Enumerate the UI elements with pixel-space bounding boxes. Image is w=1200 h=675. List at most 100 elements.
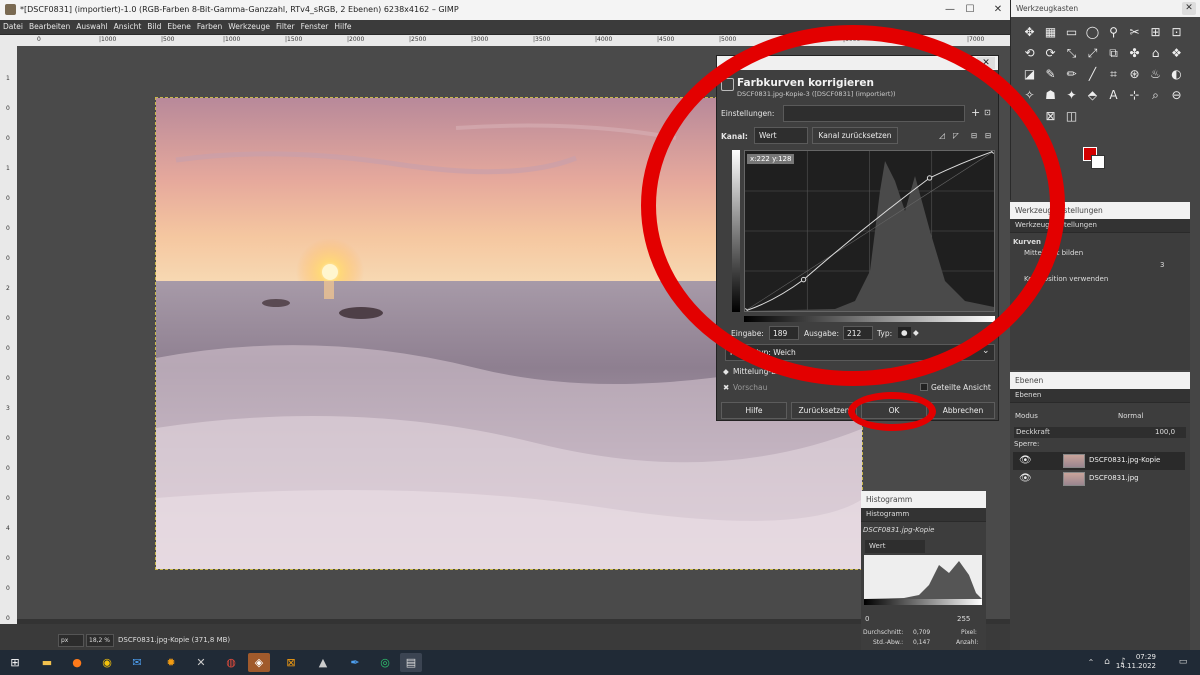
menu-farben[interactable]: Farben <box>194 20 225 31</box>
app-icon[interactable]: ⊠ <box>280 653 302 672</box>
ruler-tick-label: 0 <box>37 36 41 43</box>
clock-date: 14.11.2022 <box>1115 662 1156 670</box>
tool-button[interactable]: ▦ <box>1040 22 1061 43</box>
opacity-value[interactable]: 100,0 <box>1155 428 1175 436</box>
tool-button[interactable]: ⚲ <box>1103 22 1124 43</box>
visibility-eye-icon[interactable]: 👁 <box>1019 455 1032 466</box>
histogram-source: DSCF0831.jpg-Kopie <box>863 526 935 534</box>
pixels-label: Pixel: <box>961 629 977 636</box>
tab-layers[interactable]: Ebenen <box>1010 389 1190 403</box>
tool-button[interactable]: ◐ <box>1166 64 1187 85</box>
tool-button[interactable]: ❖ <box>1166 43 1187 64</box>
average-radius[interactable]: 3 <box>1160 261 1164 269</box>
menu-datei[interactable]: Datei <box>0 20 26 31</box>
menu-filter[interactable]: Filter <box>273 20 298 31</box>
mean-label: Durchschnitt: <box>863 629 904 636</box>
tool-button[interactable]: ⊹ <box>1124 85 1145 106</box>
histogram-max[interactable]: 255 <box>957 615 970 623</box>
ruler-tick-label: 1 <box>6 75 10 82</box>
gimp-taskbar-icon[interactable]: ▤ <box>400 653 422 672</box>
background-color[interactable] <box>1091 155 1105 169</box>
tool-button[interactable]: ⌗ <box>1103 64 1124 85</box>
clock[interactable]: 07:29 14.11.2022 <box>1116 653 1156 671</box>
tool-button[interactable]: A <box>1103 85 1124 106</box>
menu-hilfe[interactable]: Hilfe <box>331 20 354 31</box>
tool-button[interactable]: ⌕ <box>1145 85 1166 106</box>
tool-button[interactable]: ☗ <box>1040 85 1061 106</box>
app-icon[interactable]: ✹ <box>160 653 182 672</box>
tool-button[interactable]: ⌂ <box>1145 43 1166 64</box>
menu-ansicht[interactable]: Ansicht <box>111 20 145 31</box>
tool-button[interactable]: ╱ <box>1082 64 1103 85</box>
tool-button[interactable]: ✎ <box>1040 64 1061 85</box>
zoom-select[interactable]: 18,2 % <box>86 634 114 647</box>
tool-button[interactable]: ⊡ <box>1166 22 1187 43</box>
tool-button[interactable]: ✥ <box>1019 22 1040 43</box>
tool-button[interactable]: ✏ <box>1061 64 1082 85</box>
file-explorer-icon[interactable]: ▬ <box>36 653 58 672</box>
ruler-tick-label: |4000 <box>595 36 613 43</box>
start-icon[interactable]: ⊞ <box>4 653 26 672</box>
cancel-button[interactable]: Abbrechen <box>931 402 995 419</box>
mode-select[interactable]: Normal <box>1118 412 1143 420</box>
menu-bild[interactable]: Bild <box>144 20 164 31</box>
histogram-min[interactable]: 0 <box>865 615 869 623</box>
tool-button[interactable]: ⟲ <box>1019 43 1040 64</box>
notifications-icon[interactable]: ▭ <box>1172 653 1194 672</box>
app-icon[interactable]: ▲ <box>312 653 334 672</box>
ruler-tick-label: 0 <box>6 495 10 502</box>
app-icon[interactable]: ◎ <box>374 653 396 672</box>
ruler-tick-label: |1500 <box>285 36 303 43</box>
app-icon[interactable]: ✒ <box>344 653 366 672</box>
tool-button[interactable]: ◯ <box>1082 22 1103 43</box>
tool-button[interactable]: ⊖ <box>1166 85 1187 106</box>
menu-werkzeuge[interactable]: Werkzeuge <box>225 20 273 31</box>
histogram-channel-select[interactable]: Wert <box>865 540 925 553</box>
tool-button[interactable]: ◪ <box>1019 64 1040 85</box>
tool-button[interactable]: ⊠ <box>1040 106 1061 127</box>
app-icon[interactable]: ✕ <box>190 653 212 672</box>
layer-row[interactable]: 👁 DSCF0831.jpg-Kopie <box>1013 452 1185 470</box>
ruler-tick-label: 0 <box>6 585 10 592</box>
app-icon[interactable]: ◍ <box>220 653 242 672</box>
split-view-checkbox[interactable] <box>920 383 928 391</box>
tool-button[interactable]: ▭ <box>1061 22 1082 43</box>
mail-icon[interactable]: ✉ <box>126 653 148 672</box>
preview-checkbox[interactable]: ✖ <box>723 383 729 392</box>
tool-button[interactable]: ⬘ <box>1082 85 1103 106</box>
tool-button[interactable]: ◫ <box>1061 106 1082 127</box>
gimp-app-icon <box>5 4 16 15</box>
app-icon[interactable]: ◈ <box>248 653 270 672</box>
tool-button[interactable]: ⊞ <box>1145 22 1166 43</box>
visibility-eye-icon[interactable]: 👁 <box>1019 473 1032 484</box>
layer-row[interactable]: 👁 DSCF0831.jpg <box>1013 470 1185 488</box>
tool-button[interactable]: ✤ <box>1124 43 1145 64</box>
layers-title: Ebenen <box>1010 372 1190 389</box>
menu-ebene[interactable]: Ebene <box>164 20 193 31</box>
close-button[interactable]: ✕ <box>990 2 1006 17</box>
tool-button[interactable]: ✦ <box>1061 85 1082 106</box>
menu-auswahl[interactable]: Auswahl <box>73 20 110 31</box>
tool-button[interactable]: ⤢ <box>1082 43 1103 64</box>
vertical-ruler[interactable]: 1 0 0 1 0 0 0 2 0 0 0 3 0 0 0 4 0 0 0 <box>0 35 17 635</box>
tool-button[interactable]: ♨ <box>1145 64 1166 85</box>
maximize-button[interactable]: ☐ <box>962 2 978 17</box>
ruler-tick-label: |7000 <box>967 36 985 43</box>
unit-select[interactable]: px <box>58 634 84 647</box>
expander-icon[interactable]: ◆ <box>723 367 729 376</box>
firefox-icon[interactable]: ● <box>66 653 88 672</box>
chrome-icon[interactable]: ◉ <box>96 653 118 672</box>
menu-fenster[interactable]: Fenster <box>298 20 332 31</box>
minimize-button[interactable]: — <box>942 2 958 17</box>
toolbox-close-button[interactable]: ✕ <box>1182 2 1196 15</box>
tool-button[interactable]: ⧉ <box>1103 43 1124 64</box>
status-bar: px 18,2 % DSCF0831.jpg-Kopie (371,8 MB) <box>0 624 1010 652</box>
tool-button[interactable]: ✂ <box>1124 22 1145 43</box>
ruler-tick-label: 3 <box>6 405 10 412</box>
menu-bearbeiten[interactable]: Bearbeiten <box>26 20 73 31</box>
tab-histogram[interactable]: Histogramm <box>861 508 986 522</box>
help-button[interactable]: Hilfe <box>721 402 787 419</box>
tool-button[interactable]: ⤡ <box>1061 43 1082 64</box>
tool-button[interactable]: ⟳ <box>1040 43 1061 64</box>
tool-button[interactable]: ⊛ <box>1124 64 1145 85</box>
